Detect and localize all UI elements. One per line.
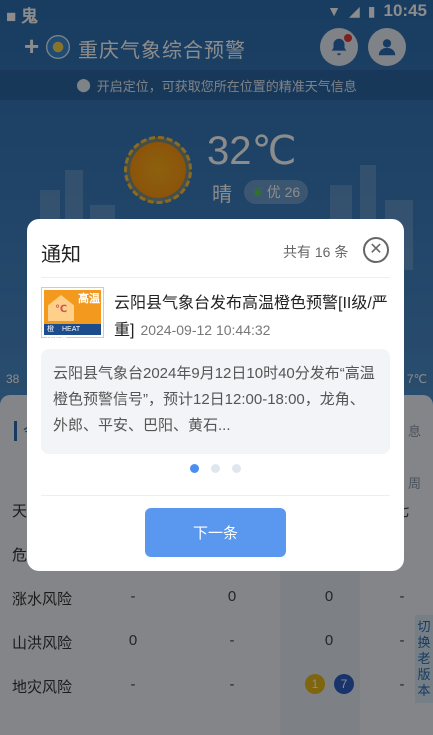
divider <box>41 277 390 278</box>
warning-icon-bar: 橙 HEAT WAVE <box>44 324 101 344</box>
notification-count: 共有 16 条 <box>283 244 349 260</box>
close-button[interactable]: ✕ <box>363 237 389 263</box>
warning-icon-label: 高温 <box>78 293 100 305</box>
pager-dot-active[interactable] <box>190 464 199 473</box>
divider <box>41 495 390 496</box>
pager-dot[interactable] <box>211 464 220 473</box>
dialog-title: 通知 <box>41 244 81 266</box>
celsius-mark: ℃ <box>55 304 68 315</box>
heat-warning-icon: ℃ 高温 橙 HEAT WAVE <box>41 287 104 344</box>
warning-level-text: 橙 <box>47 326 54 333</box>
pager-dot[interactable] <box>232 464 241 473</box>
close-icon: ✕ <box>369 241 383 258</box>
pager-dots <box>27 464 404 473</box>
warning-time: 2024-09-12 10:44:32 <box>140 322 271 338</box>
next-button[interactable]: 下一条 <box>145 508 286 557</box>
warning-headline[interactable]: 云阳县气象台发布高温橙色预警[II级/严重] 2024-09-12 10:44:3… <box>114 291 394 344</box>
notification-dialog: 通知 共有 16 条 ✕ ℃ 高温 橙 HEAT WAVE 云阳县气象台发布高温橙… <box>27 219 404 571</box>
warning-content[interactable]: 云阳县气象台2024年9月12日10时40分发布“高温橙色预警信号”，预计12日… <box>41 349 390 454</box>
